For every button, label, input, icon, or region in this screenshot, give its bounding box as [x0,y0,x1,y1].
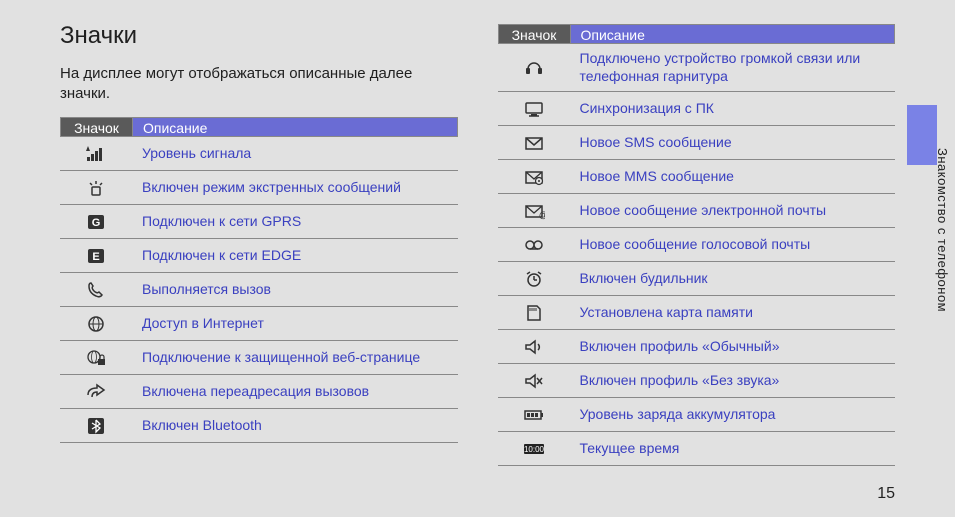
row-description: Новое SMS сообщение [570,128,896,158]
row-description: Установлена карта памяти [570,298,896,328]
table-row: Подключение к защищенной веб-странице [60,341,458,375]
row-description: Синхронизация с ПК [570,94,896,124]
row-description: Включен будильник [570,264,896,294]
row-description: Выполняется вызов [132,275,458,305]
header-icon-label: Значок [61,118,133,136]
call-icon [60,281,132,299]
bluetooth-icon [60,417,132,435]
row-description: Новое сообщение голосовой почты [570,230,896,260]
mms-icon [498,168,570,186]
row-description: Текущее время [570,434,896,464]
table-header: Значок Описание [498,24,896,44]
table-header: Значок Описание [60,117,458,137]
voicemail-icon [498,236,570,254]
emergency-icon [60,179,132,197]
table-row: Новое сообщение электронной почты [498,194,896,228]
row-description: Подключение к защищенной веб-странице [132,343,458,373]
row-description: Подключен к сети GPRS [132,207,458,237]
table-row: Включен Bluetooth [60,409,458,443]
header-desc-label: Описание [133,118,457,136]
alarm-icon [498,270,570,288]
edge-icon [60,247,132,265]
table-row: Текущее время [498,432,896,466]
signal-icon [60,145,132,163]
forward-icon [60,383,132,401]
table-row: Включен профиль «Обычный» [498,330,896,364]
clock-icon [498,440,570,458]
row-description: Новое MMS сообщение [570,162,896,192]
table-row: Подключено устройство громкой связи или … [498,44,896,92]
table-row: Доступ в Интернет [60,307,458,341]
table-row: Синхронизация с ПК [498,92,896,126]
table-row: Включен режим экстренных сообщений [60,171,458,205]
row-description: Включен Bluetooth [132,411,458,441]
page-title: Значки [60,22,458,50]
table-row: Включена переадресация вызовов [60,375,458,409]
section-label: Знакомство с телефоном [935,148,950,312]
pc-sync-icon [498,100,570,118]
table-row: Уровень сигнала [60,137,458,171]
page-number: 15 [877,485,895,503]
gprs-icon [60,213,132,231]
table-row: Уровень заряда аккумулятора [498,398,896,432]
header-desc-label: Описание [571,25,895,43]
sound-off-icon [498,372,570,390]
row-description: Включен профиль «Без звука» [570,366,896,396]
table-row: Включен профиль «Без звука» [498,364,896,398]
sms-icon [498,134,570,152]
internet-icon [60,315,132,333]
row-description: Доступ в Интернет [132,309,458,339]
sound-on-icon [498,338,570,356]
row-description: Новое сообщение электронной почты [570,196,896,226]
row-description: Уровень заряда аккумулятора [570,400,896,430]
table-row: Подключен к сети GPRS [60,205,458,239]
email-icon [498,202,570,220]
table-row: Новое MMS сообщение [498,160,896,194]
right-table-body: Подключено устройство громкой связи или … [498,44,896,466]
left-table-body: Уровень сигнала Включен режим экстренных … [60,137,458,443]
right-column: Значок Описание Подключено устройство гр… [498,22,896,466]
table-row: Подключен к сети EDGE [60,239,458,273]
row-description: Включен режим экстренных сообщений [132,173,458,203]
row-description: Подключен к сети EDGE [132,241,458,271]
left-column: Значки На дисплее могут отображаться опи… [60,22,458,466]
headset-icon [498,59,570,77]
row-description: Подключено устройство громкой связи или … [570,44,896,91]
table-row: Выполняется вызов [60,273,458,307]
row-description: Включена переадресация вызовов [132,377,458,407]
intro-text: На дисплее могут отображаться описанные … [60,64,458,103]
secure-web-icon [60,349,132,367]
row-description: Уровень сигнала [132,139,458,169]
memory-card-icon [498,304,570,322]
table-row: Включен будильник [498,262,896,296]
battery-icon [498,406,570,424]
side-tab [907,105,937,165]
table-row: Установлена карта памяти [498,296,896,330]
row-description: Включен профиль «Обычный» [570,332,896,362]
header-icon-label: Значок [499,25,571,43]
table-row: Новое SMS сообщение [498,126,896,160]
table-row: Новое сообщение голосовой почты [498,228,896,262]
